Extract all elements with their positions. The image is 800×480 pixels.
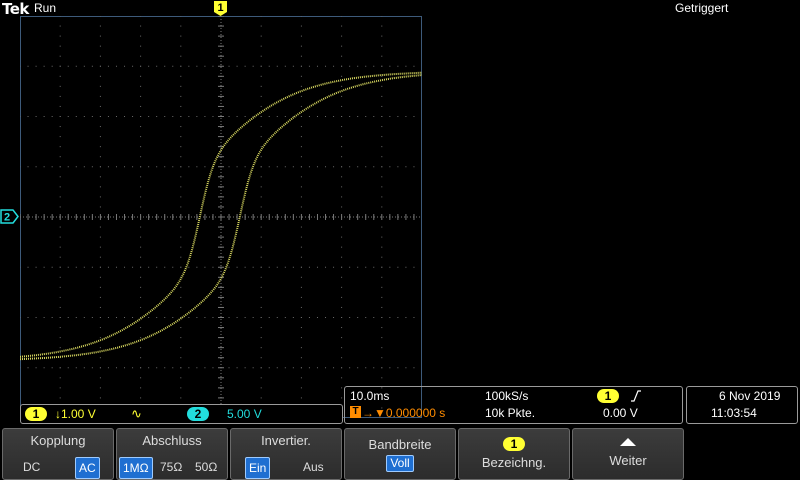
time: 11:03:54 [711,406,757,420]
time-per-div: 10.0ms [350,389,390,403]
rising-edge-icon [631,390,641,402]
coupling-title: Kopplung [30,433,86,448]
trigger-status: Getriggert [675,1,729,15]
ch2-scale: 5.00 V [227,407,262,421]
invert-on-option[interactable]: Ein [245,457,271,479]
label-title: Bezeichng. [481,455,547,470]
trigger-level: 0.00 V [603,406,638,420]
ac-coupling-icon: ∿ [131,406,142,421]
coupling-ac-option[interactable]: AC [75,457,100,479]
grid-lines [20,16,422,418]
run-status: Run [34,1,57,15]
invert-button[interactable]: Invertier. Ein Aus [230,428,342,480]
record-length: 10k Pkte. [485,406,536,420]
label-ch1-badge: 1 [503,437,525,451]
coupling-dc-option[interactable]: DC [23,457,40,477]
ch1-badge[interactable]: 1 [25,407,47,421]
termination-50ohm-option[interactable]: 50Ω [195,457,217,477]
ch1-scale: ↓1.00 V [55,407,96,421]
sample-rate: 100kS/s [485,389,529,403]
more-title: Weiter [609,453,647,468]
more-button[interactable]: Weiter [572,428,684,480]
ch2-level-marker[interactable]: 2 [0,208,19,225]
invert-off-option[interactable]: Aus [303,457,324,477]
graticule [20,16,422,418]
bandwidth-value: Voll [386,455,414,472]
channel-readout: 1 ↓1.00 V ∿ 2 5.00 V [20,404,343,424]
termination-title: Abschluss [142,433,202,448]
ch2-badge[interactable]: 2 [187,407,209,421]
timebase-readout[interactable]: 10.0ms 100kS/s T →▼0.000000 s 10k Pkte. … [344,386,683,424]
bandwidth-button[interactable]: Bandbreite Voll [344,428,456,480]
ch1-marker-label: 1 [217,2,223,14]
trigger-source-badge: 1 [597,389,619,403]
termination-button[interactable]: Abschluss 1MΩ 75Ω 50Ω [116,428,228,480]
termination-75ohm-option[interactable]: 75Ω [160,457,182,477]
ch2-marker-label: 2 [4,212,10,224]
bandwidth-title: Bandbreite [368,437,432,452]
invert-title: Invertier. [261,433,311,448]
termination-1mohm-option[interactable]: 1MΩ [119,457,153,479]
label-button[interactable]: 1 Bezeichng. [458,428,570,480]
trigger-t-icon: T [350,406,361,418]
trigger-position: →▼0.000000 s [362,406,446,420]
coupling-button[interactable]: Kopplung DC AC [2,428,114,480]
date: 6 Nov 2019 [719,389,781,403]
datetime-readout: 6 Nov 2019 11:03:54 [686,386,798,424]
up-arrow-icon [620,438,636,446]
ch1-position-marker[interactable]: 1 [213,0,228,17]
